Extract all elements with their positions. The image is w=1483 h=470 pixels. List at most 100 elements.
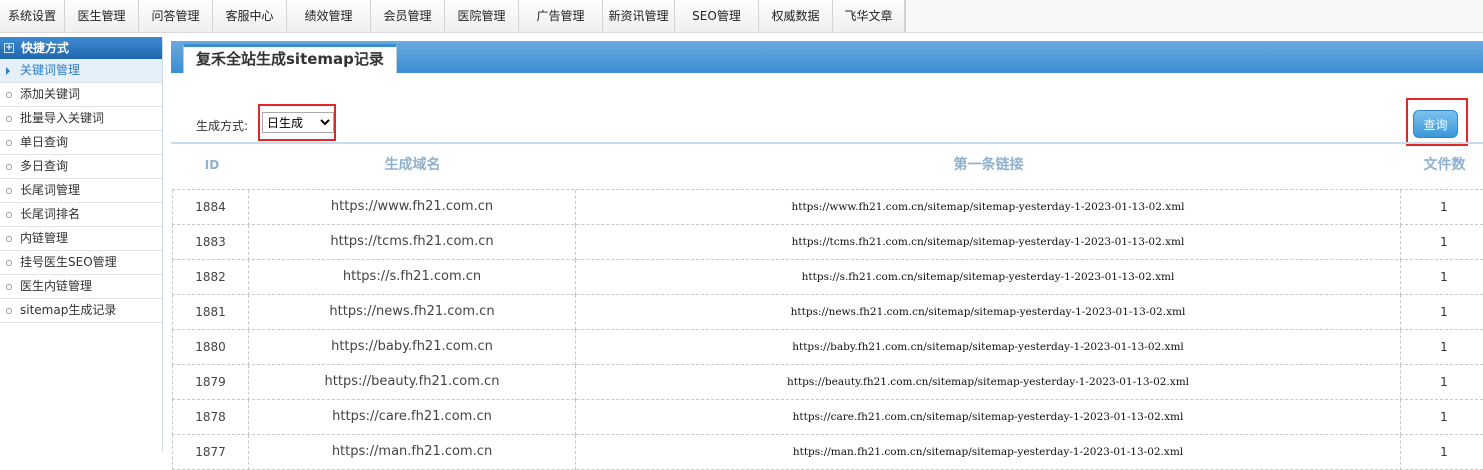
- nav-tab-0[interactable]: 系统设置: [0, 0, 65, 32]
- cell-link: https://baby.fh21.com.cn/sitemap/sitemap…: [576, 330, 1401, 365]
- cell-domain: https://s.fh21.com.cn: [249, 260, 576, 295]
- sidebar: + 快捷方式 关键词管理添加关键词批量导入关键词 单日查询多日查询长尾词管理长尾词…: [0, 37, 163, 452]
- nav-tab-1[interactable]: 医生管理: [65, 0, 139, 32]
- table-row: 1883 https://tcms.fh21.com.cn https://tcms…: [172, 225, 1483, 260]
- circle-bullet-icon: [6, 91, 12, 98]
- circle-bullet-icon: [6, 187, 12, 194]
- cell-count: 1: [1440, 235, 1448, 249]
- cell-id: 1880: [172, 330, 249, 365]
- cell-count: 1: [1440, 375, 1448, 389]
- table-row: 1877 https://man.fh21.com.cn https://man.f…: [172, 435, 1483, 470]
- sidebar-item-1[interactable]: 添加关键词: [0, 83, 162, 107]
- sidebar-item-6[interactable]: 长尾词排名: [0, 203, 162, 227]
- table-row: 1879 https://beauty.fh21.com.cn https://be…: [172, 365, 1483, 400]
- cell-id: 1877: [172, 435, 249, 470]
- sidebar-item-9[interactable]: 医生内链管理: [0, 275, 162, 299]
- sidebar-item-label: 长尾词排名: [20, 207, 81, 221]
- column-header-link: 第一条链接: [953, 157, 1024, 173]
- nav-tab-10[interactable]: 权威数据: [759, 0, 833, 32]
- sidebar-header[interactable]: + 快捷方式: [0, 37, 162, 59]
- sidebar-item-2[interactable]: 批量导入关键词: [0, 107, 162, 131]
- filter-divider: [171, 142, 1483, 144]
- column-header-count: 文件数: [1423, 157, 1466, 173]
- sidebar-list: 关键词管理添加关键词批量导入关键词 单日查询多日查询长尾词管理长尾词排名内链管理挂…: [0, 59, 162, 323]
- sidebar-item-label: 单日查询: [20, 135, 69, 149]
- sidebar-item-label: 关键词管理: [20, 63, 81, 77]
- circle-bullet-icon: [6, 307, 12, 314]
- sidebar-item-0[interactable]: 关键词管理: [0, 59, 162, 83]
- sidebar-item-label: 多日查询: [20, 159, 69, 173]
- sidebar-item-label: 内链管理: [20, 231, 69, 245]
- table-body: 1884 https://www.fh21.com.cn https://www.f…: [172, 189, 1483, 470]
- cell-count: 1: [1440, 305, 1448, 319]
- cell-domain: https://beauty.fh21.com.cn: [249, 365, 576, 400]
- arrow-right-icon: [6, 66, 10, 75]
- nav-tab-11[interactable]: 飞华文章: [833, 0, 905, 32]
- cell-domain: https://care.fh21.com.cn: [249, 400, 576, 435]
- cell-id: 1883: [172, 225, 249, 260]
- cell-id: 1884: [172, 190, 249, 225]
- top-nav-bar: 系统设置 医生管理 问答管理 客服中心 绩效管理 会员管理 医院管理 广告管理 新资讯管理 SEO…: [0, 0, 1483, 33]
- nav-tab-5[interactable]: 会员管理: [371, 0, 445, 32]
- nav-tab-6[interactable]: 医院管理: [445, 0, 519, 32]
- sidebar-item-8[interactable]: 挂号医生SEO管理: [0, 251, 162, 275]
- cell-id: 1882: [172, 260, 249, 295]
- cell-count: 1: [1440, 410, 1448, 424]
- main-content: 复禾全站生成sitemap记录 生成方式: 日生成 查询 ID 生成域名 第一条…: [171, 37, 1483, 470]
- highlight-box-select: [258, 104, 336, 141]
- table-row: 1878 https://care.fh21.com.cn https://care…: [172, 400, 1483, 435]
- circle-bullet-icon: [6, 139, 12, 146]
- cell-id: 1881: [172, 295, 249, 330]
- nav-tab-7[interactable]: 广告管理: [519, 0, 603, 32]
- cell-count: 1: [1440, 340, 1448, 354]
- cell-id: 1878: [172, 400, 249, 435]
- filter-label: 生成方式:: [196, 119, 249, 133]
- cell-link: https://s.fh21.com.cn/sitemap/sitemap-ye…: [576, 260, 1401, 295]
- table-row: 1884 https://www.fh21.com.cn https://www.f…: [172, 190, 1483, 225]
- cell-link: https://news.fh21.com.cn/sitemap/sitemap…: [576, 295, 1401, 330]
- cell-link: https://care.fh21.com.cn/sitemap/sitemap…: [576, 400, 1401, 435]
- nav-tab-2[interactable]: 问答管理: [139, 0, 213, 32]
- sidebar-item-7[interactable]: 内链管理: [0, 227, 162, 251]
- nav-tab-4[interactable]: 绩效管理: [287, 0, 371, 32]
- table-row: 1881 https://news.fh21.com.cn https://news…: [172, 295, 1483, 330]
- cell-id: 1879: [172, 365, 249, 400]
- top-nav-tabs: 系统设置 医生管理 问答管理 客服中心 绩效管理 会员管理 医院管理 广告管理 新资讯管理 SEO…: [0, 0, 906, 32]
- highlight-box-query: [1406, 98, 1468, 146]
- sidebar-item-5[interactable]: 长尾词管理: [0, 179, 162, 203]
- nav-tab-8[interactable]: 新资讯管理: [603, 0, 675, 32]
- cell-link: https://tcms.fh21.com.cn/sitemap/sitemap…: [576, 225, 1401, 260]
- cell-domain: https://www.fh21.com.cn: [249, 190, 576, 225]
- sidebar-item-label: 医生内链管理: [20, 279, 93, 293]
- circle-bullet-icon: [6, 283, 12, 290]
- circle-bullet-icon: [6, 115, 12, 122]
- table-row: 1880 https://baby.fh21.com.cn https://baby…: [172, 330, 1483, 365]
- circle-bullet-icon: [6, 163, 12, 170]
- sidebar-item-label: 挂号医生SEO管理: [20, 255, 117, 269]
- nav-tab-9[interactable]: SEO管理: [675, 0, 759, 32]
- nav-tab-3[interactable]: 客服中心: [213, 0, 287, 32]
- expand-icon[interactable]: +: [4, 43, 14, 53]
- cell-link: https://beauty.fh21.com.cn/sitemap/sitem…: [576, 365, 1401, 400]
- sidebar-item-4[interactable]: 多日查询: [0, 155, 162, 179]
- cell-count: 1: [1440, 270, 1448, 284]
- column-header-id: ID: [204, 158, 220, 172]
- sidebar-item-10[interactable]: sitemap生成记录: [0, 299, 162, 323]
- cell-link: https://www.fh21.com.cn/sitemap/sitemap-…: [576, 190, 1401, 225]
- sidebar-item-label: sitemap生成记录: [20, 303, 117, 317]
- cell-count: 1: [1440, 200, 1448, 214]
- cell-domain: https://news.fh21.com.cn: [249, 295, 576, 330]
- sidebar-item-3[interactable]: 单日查询: [0, 131, 162, 155]
- table-row: 1882 https://s.fh21.com.cn https://s.fh21.…: [172, 260, 1483, 295]
- cell-domain: https://baby.fh21.com.cn: [249, 330, 576, 365]
- column-header-domain: 生成域名: [384, 157, 441, 173]
- sidebar-item-label: 批量导入关键词: [20, 111, 105, 125]
- circle-bullet-icon: [6, 259, 12, 266]
- sidebar-title: 快捷方式: [21, 41, 70, 55]
- circle-bullet-icon: [6, 211, 12, 218]
- cell-count: 1: [1440, 445, 1448, 459]
- cell-link: https://man.fh21.com.cn/sitemap/sitemap-…: [576, 435, 1401, 470]
- page-title: 复禾全站生成sitemap记录: [183, 44, 397, 73]
- cell-domain: https://tcms.fh21.com.cn: [249, 225, 576, 260]
- title-bar: 复禾全站生成sitemap记录: [171, 39, 1483, 73]
